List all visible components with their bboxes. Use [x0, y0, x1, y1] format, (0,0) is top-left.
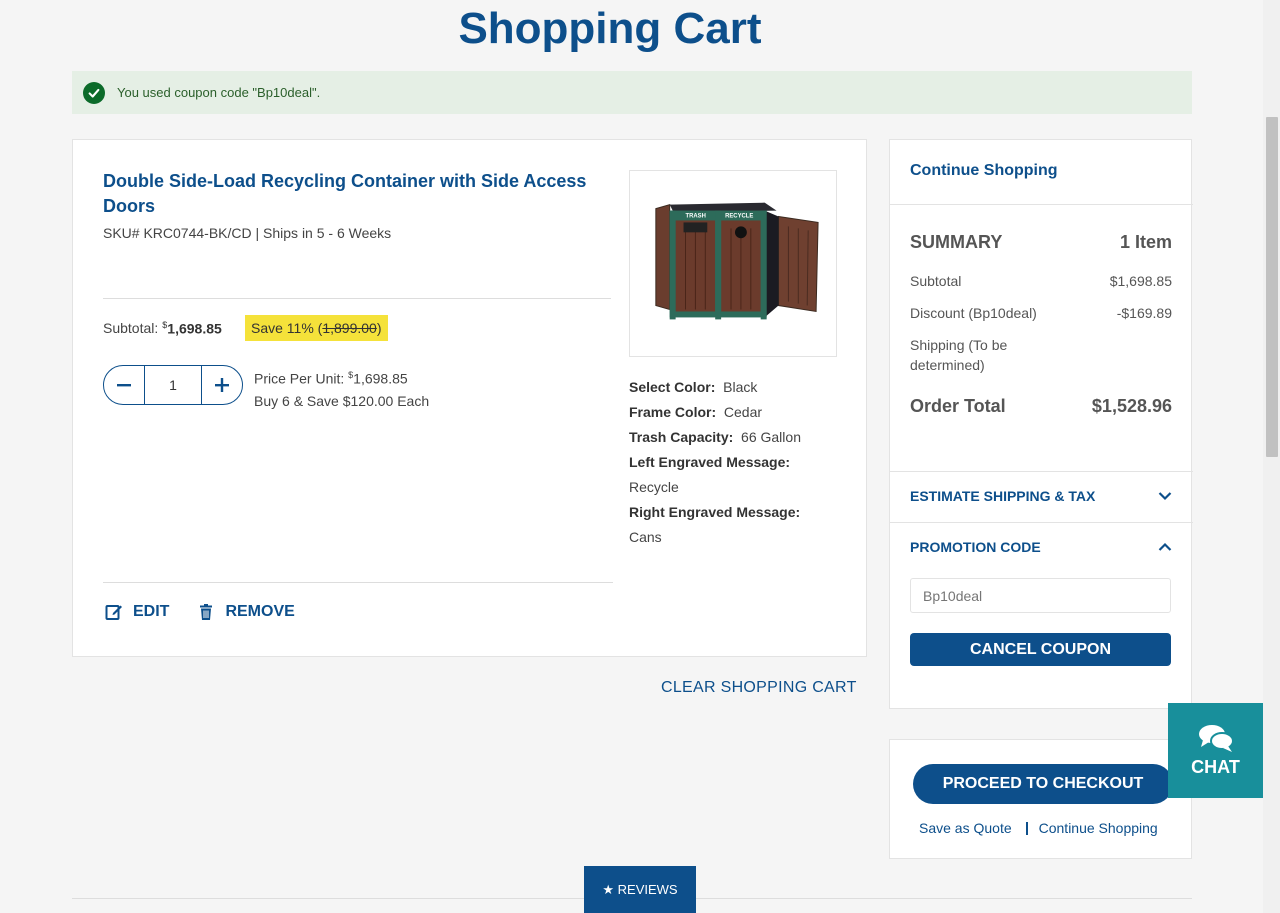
option-value: Black [723, 379, 758, 395]
chevron-down-icon [1158, 492, 1172, 501]
edit-icon [105, 605, 122, 620]
unit-price-info: Price Per Unit: $1,698.85 Buy 6 & Save $… [254, 364, 429, 412]
promotion-code-toggle[interactable]: PROMOTION CODE [910, 539, 1172, 555]
option-label: Right Engraved Message: [629, 504, 801, 520]
option-label: Frame Color: [629, 404, 717, 420]
chat-button[interactable]: CHAT [1168, 703, 1263, 798]
promo-code-input[interactable] [910, 578, 1171, 613]
cancel-coupon-button[interactable]: CANCEL COUPON [910, 633, 1171, 666]
option-value: Cedar [723, 404, 763, 420]
trash-icon [200, 604, 213, 620]
divider [103, 582, 613, 583]
separator [1025, 821, 1028, 835]
decrease-quantity-button[interactable] [104, 366, 144, 404]
clear-cart-link[interactable]: CLEAR SHOPPING CART [661, 679, 857, 697]
estimate-shipping-toggle[interactable]: ESTIMATE SHIPPING & TAX [910, 488, 1172, 504]
continue-shopping-link[interactable]: Continue Shopping [1039, 820, 1158, 836]
minus-icon [117, 384, 131, 387]
edit-label: EDIT [133, 603, 170, 620]
item-count: 1 Item [1119, 232, 1172, 252]
cart-item-card: Double Side-Load Recycling Container wit… [72, 139, 867, 657]
scrollbar-thumb[interactable] [1266, 117, 1278, 457]
shipping-row: Shipping (To be determined) [910, 337, 1008, 373]
checkout-panel: PROCEED TO CHECKOUT Save as Quote Contin… [889, 739, 1192, 859]
item-actions: EDIT REMOVE [105, 603, 295, 621]
order-total-value: $1,528.96 [1091, 396, 1172, 416]
option-value: Cans [629, 529, 662, 545]
increase-quantity-button[interactable] [202, 366, 242, 404]
option-label: Select Color: [629, 379, 716, 395]
remove-label: REMOVE [225, 603, 295, 620]
option-value: 66 Gallon [741, 429, 801, 445]
subtotal-row: Subtotal $1,698.85 [910, 273, 1172, 289]
continue-shopping-link[interactable]: Continue Shopping [910, 162, 1058, 180]
checkmark-icon [83, 81, 105, 104]
product-options: Select Color: Black Frame Color: Cedar T… [629, 375, 849, 550]
product-sku-shipping: SKU# KRC0744-BK/CD | Ships in 5 - 6 Week… [103, 225, 392, 241]
chevron-up-icon [1158, 542, 1172, 551]
product-image[interactable]: TRASH RECYCLE [629, 170, 837, 357]
reviews-tab[interactable]: ★ REVIEWS [584, 866, 696, 913]
savings-badge: Save 11% (1,899.00) [245, 315, 388, 341]
option-label: Trash Capacity: [629, 429, 734, 445]
option-value: Recycle [629, 479, 679, 495]
edit-item-button[interactable]: EDIT [105, 603, 169, 621]
divider [103, 298, 611, 299]
price-per-unit-label: Price Per Unit: [254, 370, 345, 387]
remove-item-button[interactable]: REMOVE [197, 603, 295, 621]
original-price: 1,899.00 [322, 320, 377, 336]
divider [890, 471, 1193, 472]
product-title-link[interactable]: Double Side-Load Recycling Container wit… [103, 169, 603, 219]
coupon-success-alert: You used coupon code "Bp10deal". [72, 71, 1192, 114]
option-label: Left Engraved Message: [629, 454, 791, 470]
summary-title: SUMMARY [910, 232, 1003, 252]
alert-message: You used coupon code "Bp10deal". [117, 85, 321, 100]
item-subtotal-amount: 1,698.85 [167, 320, 222, 337]
item-subtotal-label: Subtotal: [103, 320, 159, 337]
bulk-discount-offer: Buy 6 & Save $120.00 Each [254, 392, 430, 409]
plus-icon [215, 378, 229, 392]
checkout-links: Save as Quote Continue Shopping [919, 820, 1158, 836]
recycle-engraving: RECYCLE [725, 213, 753, 219]
price-per-unit-value: 1,698.85 [353, 370, 408, 387]
save-as-quote-link[interactable]: Save as Quote [919, 820, 1012, 836]
order-total-row: Order Total $1,528.96 [910, 396, 1172, 416]
order-summary-panel: Continue Shopping SUMMARY 1 Item Subtota… [889, 139, 1193, 709]
quantity-input[interactable]: 1 [144, 366, 202, 404]
item-subtotal: Subtotal: $1,698.85 [103, 320, 222, 337]
divider [890, 522, 1193, 523]
trash-engraving: TRASH [686, 213, 706, 219]
subtotal-value: $1,698.85 [1109, 273, 1172, 289]
chat-bubbles-icon [1198, 725, 1234, 752]
proceed-to-checkout-button[interactable]: PROCEED TO CHECKOUT [913, 764, 1173, 804]
discount-value: -$169.89 [1116, 305, 1172, 321]
quantity-stepper: 1 [103, 365, 243, 405]
page-title: Shopping Cart [458, 4, 762, 53]
chat-label: CHAT [1191, 757, 1240, 777]
divider [890, 204, 1193, 205]
discount-row: Discount (Bp10deal) -$169.89 [910, 305, 1172, 321]
summary-heading: SUMMARY 1 Item [910, 232, 1172, 253]
